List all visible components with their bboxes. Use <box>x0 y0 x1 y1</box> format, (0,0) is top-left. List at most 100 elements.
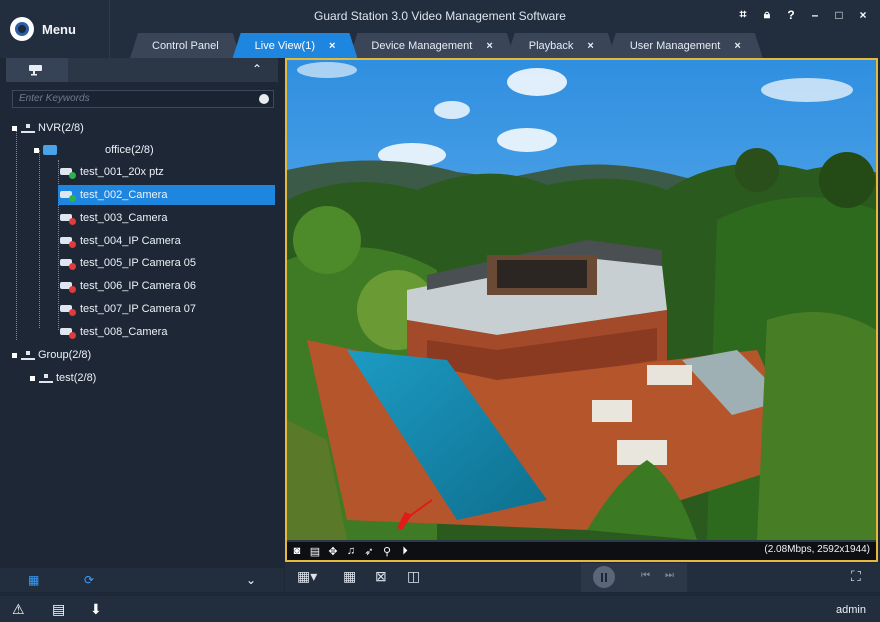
expand-toggle[interactable] <box>12 125 17 131</box>
camera-label: test_001_20x ptz <box>80 166 164 178</box>
network-icon <box>21 123 35 133</box>
live-video-feed <box>287 60 876 540</box>
close-all-windows-icon[interactable]: ⊠ <box>375 568 387 585</box>
site-folder-icon <box>43 145 57 155</box>
expand-toggle[interactable] <box>12 352 17 358</box>
playback-icon[interactable]: ⏵ <box>399 545 411 558</box>
stream-info: (2.08Mbps, 2592x1944) <box>764 544 870 555</box>
talk-icon[interactable]: ➶ <box>363 545 375 558</box>
tree-node-label: Group(2/8) <box>38 349 92 361</box>
log-icon[interactable]: ▤ <box>52 601 65 618</box>
tree-node-group-child[interactable]: test(2/8) <box>30 368 96 388</box>
menu-button[interactable]: Menu <box>0 0 110 58</box>
camera-item[interactable]: test_006_IP Camera 06 <box>60 276 196 296</box>
tree-node-nvr[interactable]: NVR(2/8) <box>12 118 84 138</box>
window-controls: ⌗ 🔒︎ ? – □ × <box>736 7 870 22</box>
sidebar-header: ⌃ <box>6 58 278 82</box>
chevron-down-icon[interactable]: ⌄ <box>246 573 256 587</box>
help-icon[interactable]: ? <box>784 8 798 22</box>
search-input[interactable]: Enter Keywords <box>12 90 274 108</box>
search-placeholder: Enter Keywords <box>19 93 90 104</box>
camera-label: test_002_Camera <box>80 189 168 201</box>
camera-item[interactable]: test_003_Camera <box>60 208 167 228</box>
audio-icon[interactable]: ♫ <box>345 545 357 557</box>
menu-label: Menu <box>42 21 76 37</box>
snapshot-all-icon[interactable]: ◫ <box>407 568 420 585</box>
alarm-warning-icon[interactable]: ⚠ <box>12 601 25 618</box>
download-icon[interactable]: ⬇ <box>90 601 102 618</box>
previous-frame-icon[interactable]: ⏮ <box>641 570 650 581</box>
split-layout-icon[interactable]: ▦▾ <box>297 568 317 585</box>
camera-label: test_004_IP Camera <box>80 235 181 247</box>
playback-controls: ⏮ ⏭ <box>581 563 687 592</box>
camera-offline-icon <box>60 302 78 316</box>
minimize-icon[interactable]: – <box>808 8 822 22</box>
camera-label: test_005_IP Camera 05 <box>80 257 196 269</box>
cctv-camera-icon <box>29 65 42 76</box>
network-icon <box>21 350 35 360</box>
app-window: Menu Guard Station 3.0 Video Management … <box>0 0 880 622</box>
tab-label: Playback <box>528 39 574 52</box>
camera-label: test_003_Camera <box>80 212 168 224</box>
current-user: admin <box>836 604 866 616</box>
tree-node-label: NVR(2/8) <box>38 122 84 134</box>
pause-button[interactable] <box>593 566 615 588</box>
search-clear-icon[interactable] <box>259 94 269 104</box>
video-toolbar: ◙ ▤ ✥ ♫ ➶ ⚲ ⏵ (2.08Mbps, 2592x1944) <box>287 542 876 560</box>
tab-close-icon[interactable]: × <box>329 40 335 52</box>
tab-control-panel[interactable]: Control Panel <box>130 33 241 58</box>
tree-line <box>39 150 40 328</box>
tab-label: Device Management <box>371 39 473 52</box>
ptz-icon[interactable]: ✥ <box>327 545 339 558</box>
close-icon[interactable]: × <box>856 8 870 22</box>
tree-node-label: office(2/8) <box>105 144 154 156</box>
camera-item[interactable]: test_004_IP Camera <box>60 231 181 251</box>
camera-item-selected[interactable]: test_002_Camera <box>58 185 275 205</box>
camera-online-icon <box>60 165 78 179</box>
camera-offline-icon <box>60 279 78 293</box>
camera-offline-icon <box>60 325 78 339</box>
snapshot-icon[interactable]: ◙ <box>291 545 303 557</box>
tree-node-group[interactable]: Group(2/8) <box>12 345 91 365</box>
camera-label: test_007_IP Camera 07 <box>80 303 196 315</box>
tab-user-management[interactable]: User Management × <box>608 33 763 58</box>
camera-item[interactable]: test_005_IP Camera 05 <box>60 253 196 273</box>
lock-icon[interactable]: 🔒︎ <box>760 7 774 22</box>
app-logo-icon <box>10 17 34 41</box>
camera-label: test_006_IP Camera 06 <box>80 280 196 292</box>
pin-icon[interactable]: ⌗ <box>736 7 750 22</box>
expand-toggle[interactable] <box>34 147 39 153</box>
tab-close-icon[interactable]: × <box>734 40 740 52</box>
grid-view-icon[interactable]: ▦ <box>28 573 39 587</box>
sidebar-footer: ▦ ⟳ ⌄ <box>0 568 284 592</box>
digital-zoom-icon[interactable]: ⚲ <box>381 545 393 558</box>
refresh-list-icon[interactable]: ⟳ <box>84 573 94 587</box>
camera-item[interactable]: test_001_20x ptz <box>60 162 164 182</box>
fullscreen-icon[interactable]: ⛶ <box>851 568 861 585</box>
tab-close-icon[interactable]: × <box>486 40 492 52</box>
layout-toolbar: ▦▾ ▦ ⊠ ◫ ⏮ ⏭ ⛶ <box>285 563 880 592</box>
tab-close-icon[interactable]: × <box>587 40 593 52</box>
camera-item[interactable]: test_008_Camera <box>60 322 167 342</box>
camera-offline-icon <box>60 234 78 248</box>
video-pane[interactable]: ◙ ▤ ✥ ♫ ➶ ⚲ ⏵ (2.08Mbps, 2592x1944) <box>285 58 878 562</box>
collapse-panel-icon[interactable]: ⌃ <box>252 62 262 76</box>
tab-live-view[interactable]: Live View(1) × <box>233 33 358 58</box>
record-icon[interactable]: ▤ <box>309 545 321 558</box>
tree-line <box>16 128 17 340</box>
tree-node-office[interactable]: office(2/8) <box>34 140 154 160</box>
next-frame-icon[interactable]: ⏭ <box>665 570 674 581</box>
network-icon <box>39 373 53 383</box>
camera-offline-icon <box>60 211 78 225</box>
expand-toggle[interactable] <box>30 375 35 381</box>
camera-list-tab[interactable] <box>6 58 68 82</box>
tab-label: Control Panel <box>152 39 219 52</box>
tab-playback[interactable]: Playback × <box>507 33 616 58</box>
maximize-icon[interactable]: □ <box>832 8 846 22</box>
grid-layout-icon[interactable]: ▦ <box>343 568 356 585</box>
tab-label: Live View(1) <box>254 39 315 52</box>
camera-item[interactable]: test_007_IP Camera 07 <box>60 299 196 319</box>
camera-label: test_008_Camera <box>80 326 168 338</box>
title-bar: Menu Guard Station 3.0 Video Management … <box>0 0 880 58</box>
tab-device-management[interactable]: Device Management × <box>349 33 514 58</box>
